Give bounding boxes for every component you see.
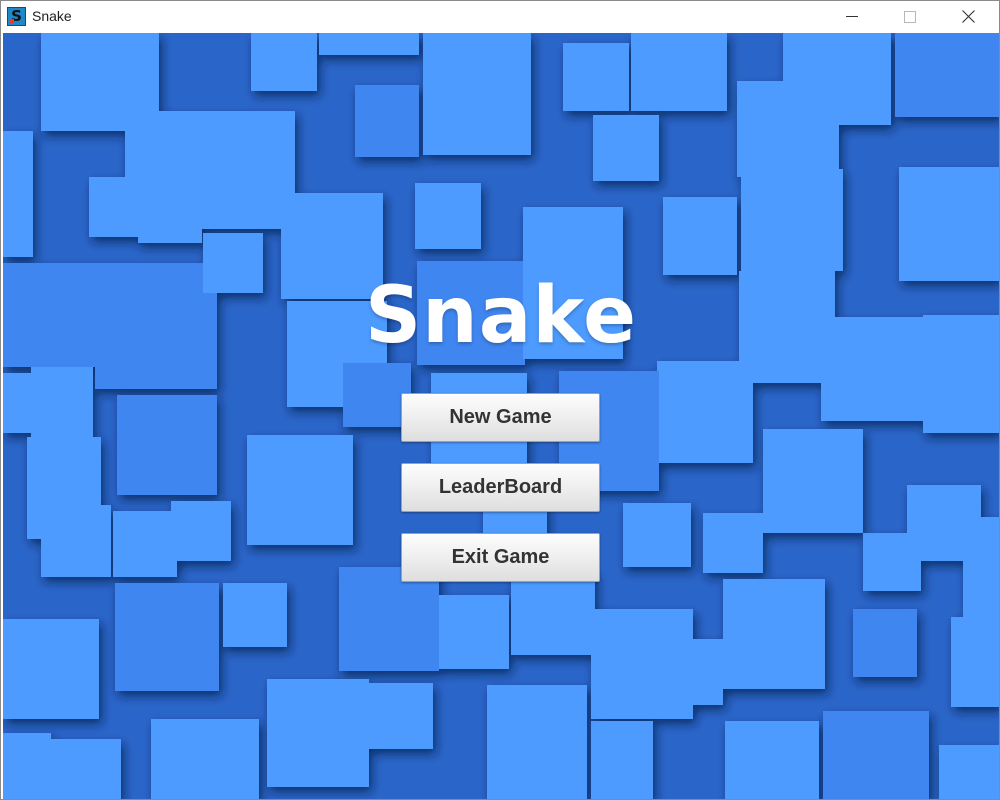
- exit-game-button[interactable]: Exit Game: [401, 533, 600, 582]
- maximize-button[interactable]: [881, 1, 939, 32]
- close-button[interactable]: [940, 1, 998, 32]
- game-window: S Snake Snake New Game LeaderBoard Exit …: [0, 0, 1000, 800]
- snake-app-icon: S: [7, 7, 26, 26]
- game-canvas: Snake New Game LeaderBoard Exit Game: [3, 33, 999, 799]
- leaderboard-button[interactable]: LeaderBoard: [401, 463, 600, 512]
- window-title: Snake: [32, 8, 72, 24]
- game-title: Snake: [364, 271, 638, 361]
- title-bar[interactable]: S Snake: [1, 1, 999, 32]
- minimize-button[interactable]: [823, 1, 881, 32]
- new-game-button[interactable]: New Game: [401, 393, 600, 442]
- close-icon: [962, 10, 975, 23]
- maximize-icon: [904, 11, 916, 23]
- minimize-icon: [846, 16, 858, 17]
